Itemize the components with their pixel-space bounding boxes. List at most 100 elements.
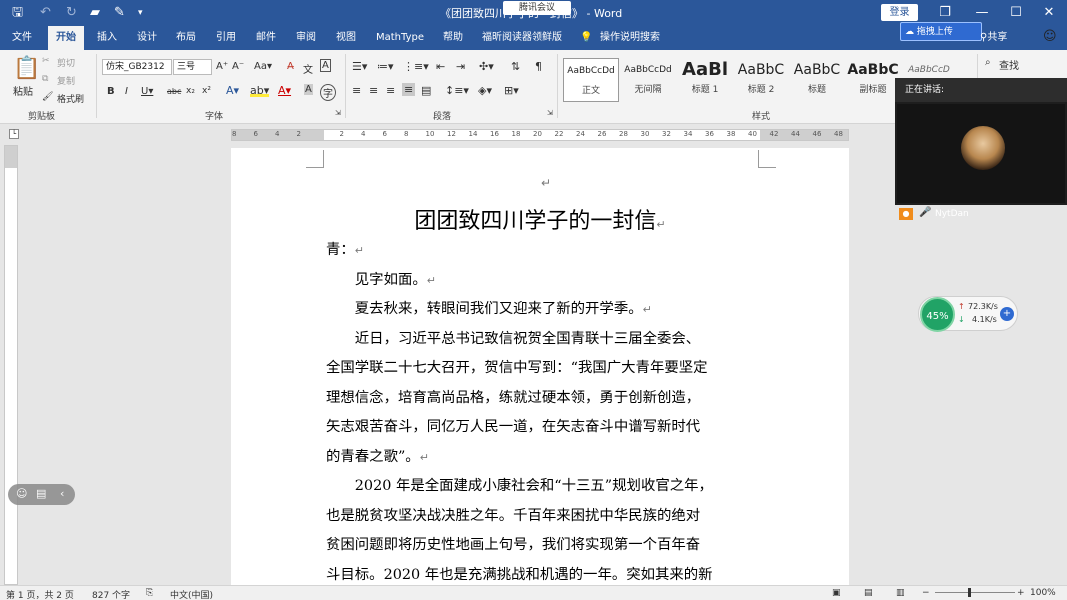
style-normal[interactable]: AaBbCcDd 正文 — [563, 58, 619, 102]
zoom-out-icon[interactable]: − — [922, 588, 930, 598]
align-left-icon[interactable]: ≡ — [352, 84, 361, 97]
document-line[interactable]: 全国学联二十七大召开，贺信中写到：“我国广大青年要坚定 — [326, 354, 757, 384]
document-line[interactable]: 的青春之歌”。↵ — [326, 443, 757, 473]
cut-button[interactable]: 剪切 — [57, 56, 75, 69]
lightbulb-icon[interactable]: 💡 — [580, 26, 592, 50]
open-icon[interactable]: ▰ — [90, 4, 100, 22]
zoom-thumb[interactable] — [968, 588, 971, 597]
paste-button[interactable]: 粘贴 — [13, 83, 33, 98]
proofing-icon[interactable]: ⎘ — [146, 588, 153, 598]
paste-icon[interactable]: 📋 — [13, 56, 40, 81]
customize-quick-access-icon[interactable]: ▾ — [138, 4, 143, 22]
increase-indent-icon[interactable]: ⇥ — [456, 60, 465, 73]
font-dialog-launcher-icon[interactable]: ⇲ — [335, 109, 341, 117]
document-heading[interactable]: 团团致四川学子的一封信↵ — [231, 203, 849, 235]
tell-me-search[interactable]: 操作说明搜索 — [600, 26, 660, 50]
print-layout-icon[interactable]: ▤ — [864, 588, 873, 598]
network-speed-widget[interactable]: 45% ↑ 72.3K/s ↓ 4.1K/s + — [918, 296, 1018, 332]
close-button[interactable]: ✕ — [1031, 0, 1067, 26]
font-size-combo[interactable]: 三号 — [173, 59, 212, 75]
line-text[interactable]: 理想信念，培育高尚品格，练就过硬本领，勇于创新创造， — [326, 390, 700, 406]
subscript-icon[interactable]: x₂ — [186, 86, 195, 96]
character-shading-icon[interactable]: A — [304, 84, 313, 95]
line-spacing-icon[interactable]: ↕≡▾ — [445, 84, 469, 97]
copy-button[interactable]: 复制 — [57, 74, 75, 87]
find-icon[interactable]: ⌕ — [985, 57, 991, 68]
tab-insert[interactable]: 插入 — [97, 26, 117, 50]
tab-review[interactable]: 审阅 — [296, 26, 316, 50]
italic-icon[interactable]: I — [125, 86, 128, 97]
align-center-icon[interactable]: ≡ — [369, 84, 378, 97]
tab-foxit[interactable]: 福昕阅读器领鲜版 — [482, 26, 562, 50]
smiley-feedback-icon[interactable]: ☺ — [1043, 29, 1057, 44]
change-case-icon[interactable]: Aa▾ — [254, 61, 272, 72]
meeting-indicator[interactable]: 腾讯会议 — [503, 1, 571, 15]
distributed-icon[interactable]: ▤ — [421, 84, 431, 97]
decrease-indent-icon[interactable]: ⇤ — [436, 60, 445, 73]
collapse-icon[interactable]: ‹ — [60, 487, 64, 500]
floating-toolbar[interactable]: ☺ ▤ ‹ — [8, 484, 75, 505]
tab-references[interactable]: 引用 — [216, 26, 236, 50]
sort-icon[interactable]: ⇅ — [511, 60, 520, 73]
line-text[interactable]: 全国学联二十七大召开，贺信中写到：“我国广大青年要坚定 — [326, 360, 708, 376]
font-color-icon[interactable]: A▾ — [278, 84, 291, 97]
borders-icon[interactable]: ⊞▾ — [504, 84, 519, 97]
style-no-spacing[interactable]: AaBbCcDd 无间隔 — [620, 58, 676, 102]
document-line[interactable]: 近日，习近平总书记致信祝贺全国青联十三届全委会、 — [326, 325, 757, 355]
align-right-icon[interactable]: ≡ — [386, 84, 395, 97]
justify-icon[interactable]: ≡ — [402, 83, 416, 96]
page-count[interactable]: 第 1 页，共 2 页 — [6, 588, 74, 600]
phonetic-guide-icon[interactable]: 文 — [303, 61, 313, 76]
tab-view[interactable]: 视图 — [336, 26, 356, 50]
find-button[interactable]: 查找 — [999, 57, 1019, 72]
superscript-icon[interactable]: x² — [202, 86, 211, 96]
tab-file[interactable]: 文件 — [12, 26, 32, 50]
font-name-combo[interactable]: 仿宋_GB2312 — [102, 59, 172, 75]
text-effects-icon[interactable]: A▾ — [226, 84, 239, 97]
line-text[interactable]: 近日，习近平总书记致信祝贺全国青联十三届全委会、 — [326, 331, 700, 347]
zoom-level[interactable]: 100% — [1030, 588, 1056, 598]
line-text[interactable]: 也是脱贫攻坚决战决胜之年。千百年来困扰中华民族的绝对 — [326, 508, 700, 524]
meeting-speaker-panel[interactable]: 正在讲话: ● 🎤 NytDan — [895, 78, 1067, 220]
line-text[interactable]: 矢志艰苦奋斗，同亿万人民一道，在矢志奋斗中谱写新时代 — [326, 419, 700, 435]
emoji-icon[interactable]: ☺ — [16, 487, 27, 500]
maximize-button[interactable]: ☐ — [998, 0, 1034, 26]
numbering-icon[interactable]: ≔▾ — [377, 60, 394, 73]
web-layout-icon[interactable]: ▥ — [896, 588, 905, 598]
line-text[interactable]: 夏去秋来，转眼间我们又迎来了新的开学季。 — [326, 301, 643, 317]
style-subtitle[interactable]: AaBbC 副标题 — [845, 58, 901, 102]
heading-text[interactable]: 团团致四川学子的一封信 — [414, 209, 656, 234]
copy-icon[interactable]: ⧉ — [42, 74, 48, 84]
tab-layout[interactable]: 布局 — [176, 26, 196, 50]
language[interactable]: 中文(中国) — [170, 588, 213, 600]
document-line[interactable]: 理想信念，培育高尚品格，练就过硬本领，勇于创新创造， — [326, 384, 757, 414]
touch-mode-icon[interactable]: ✎ — [114, 4, 125, 22]
enclose-char-circle-icon[interactable]: 字 — [320, 84, 336, 101]
login-button[interactable]: 登录 — [881, 4, 918, 21]
paragraph-dialog-launcher-icon[interactable]: ⇲ — [547, 109, 553, 117]
show-marks-icon[interactable]: ¶ — [535, 60, 542, 73]
memory-usage[interactable]: 45% — [920, 297, 955, 332]
shrink-font-icon[interactable]: A⁻ — [232, 61, 244, 72]
grow-font-icon[interactable]: A⁺ — [216, 61, 228, 72]
vertical-ruler[interactable] — [4, 145, 18, 585]
document-line[interactable]: 矢志艰苦奋斗，同亿万人民一道，在矢志奋斗中谱写新时代 — [326, 413, 757, 443]
strikethrough-icon[interactable]: abc — [167, 87, 181, 96]
redo-icon[interactable]: ↻ — [66, 4, 77, 22]
undo-icon[interactable]: ↶ — [40, 4, 51, 22]
line-text[interactable]: 见字如面。 — [326, 272, 427, 288]
enclose-characters-icon[interactable]: A — [320, 59, 331, 72]
clear-formatting-icon[interactable]: A̶ — [287, 61, 294, 72]
tab-mathtype[interactable]: MathType — [376, 26, 424, 50]
zoom-in-icon[interactable]: + — [1017, 588, 1025, 598]
line-text[interactable]: 的青春之歌”。 — [326, 449, 420, 465]
style-title[interactable]: AaBbC 标题 — [789, 58, 845, 102]
cut-icon[interactable]: ✂ — [42, 56, 50, 66]
highlight-icon[interactable]: ab▾ — [250, 84, 270, 97]
multilevel-list-icon[interactable]: ⋮≡▾ — [403, 60, 429, 73]
format-painter-icon[interactable]: 🖌 — [42, 92, 53, 102]
style-heading-1[interactable]: AaBl 标题 1 — [677, 58, 733, 102]
save-icon[interactable]: 🖫 — [12, 4, 23, 22]
style-heading-2[interactable]: AaBbC 标题 2 — [733, 58, 789, 102]
speaker-video[interactable]: ● 🎤 NytDan — [897, 104, 1065, 220]
